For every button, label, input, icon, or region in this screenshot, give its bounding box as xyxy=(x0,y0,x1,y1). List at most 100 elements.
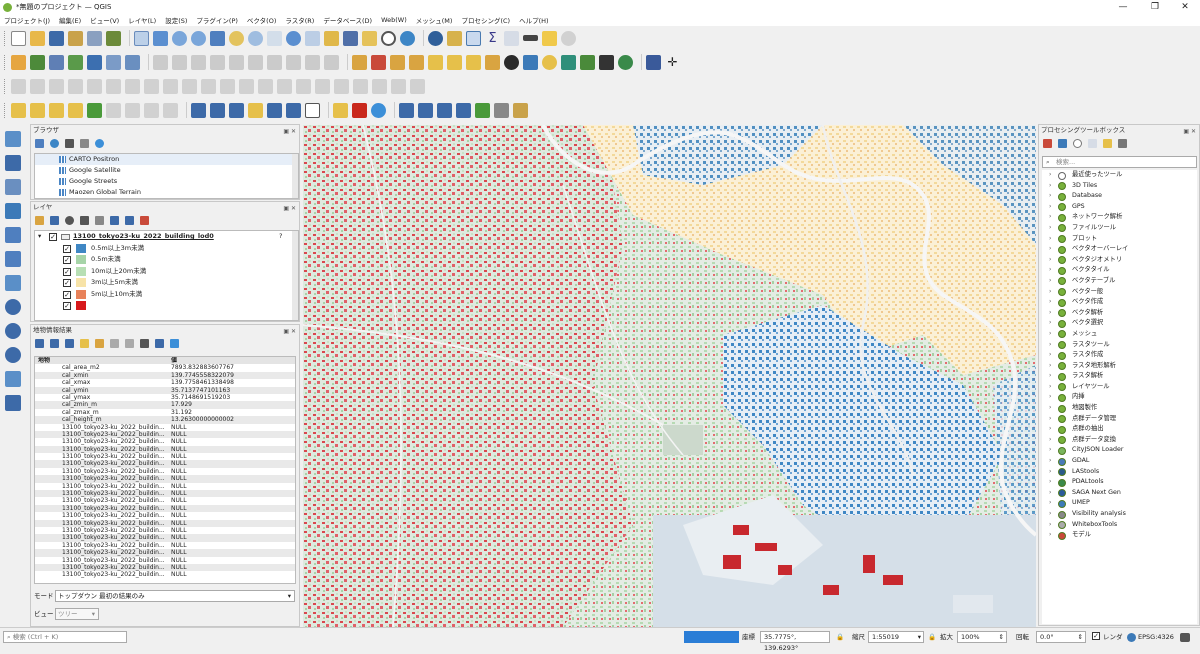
processing-provider-item[interactable]: › 内挿 xyxy=(1042,392,1197,403)
filter-icon[interactable] xyxy=(65,138,74,148)
menu-plugins[interactable]: プラグイン(P) xyxy=(196,15,238,25)
class-checkbox[interactable]: ✓ xyxy=(63,267,71,276)
processing-provider-item[interactable]: › 点群データ管理 xyxy=(1042,414,1197,425)
digitize-b-icon[interactable] xyxy=(30,78,45,94)
expand-new-icon[interactable] xyxy=(50,338,59,348)
expand-arrow-icon[interactable]: › xyxy=(1049,488,1051,499)
label-tool-d-icon[interactable] xyxy=(248,102,263,118)
processing-provider-item[interactable]: › LAStools xyxy=(1042,467,1197,478)
digitize-p-icon[interactable] xyxy=(296,78,311,94)
expand-arrow-icon[interactable]: › xyxy=(1049,308,1051,319)
add-wms-icon[interactable] xyxy=(106,54,121,70)
new-map-view-icon[interactable] xyxy=(324,30,339,46)
expand-arrow-icon[interactable]: › xyxy=(1049,414,1051,425)
digitize-u-icon[interactable] xyxy=(391,78,406,94)
browser-item[interactable]: Google Streets xyxy=(35,176,298,187)
add-group-icon[interactable] xyxy=(50,215,59,225)
digitize-h-icon[interactable] xyxy=(144,78,159,94)
menu-database[interactable]: データベース(D) xyxy=(323,15,372,25)
add-spatialite-icon[interactable] xyxy=(87,54,102,70)
expand-arrow-icon[interactable]: › xyxy=(1049,403,1051,414)
menu-processing[interactable]: プロセシング(C) xyxy=(461,15,510,25)
plugin-g-icon[interactable] xyxy=(466,54,481,70)
expand-arrow-icon[interactable]: › xyxy=(1049,340,1051,351)
zoom-last-icon[interactable] xyxy=(286,30,301,46)
menu-view[interactable]: ビュー(V) xyxy=(90,15,119,25)
browser-item[interactable]: Maozen Global Terrain xyxy=(35,187,298,198)
digitize-m-icon[interactable] xyxy=(239,78,254,94)
select-features-icon[interactable] xyxy=(11,102,26,118)
edit-features-in-place-icon[interactable] xyxy=(1103,138,1112,148)
digitize-e-icon[interactable] xyxy=(87,78,102,94)
zoom-to-layer-icon[interactable] xyxy=(248,30,263,46)
map-tips-icon[interactable] xyxy=(542,30,557,46)
table-row[interactable]: 13100_tokyo23-ku_2022_buildin... NULL xyxy=(35,453,295,461)
manage-visibility-icon[interactable] xyxy=(65,215,74,225)
table-row[interactable]: cal_xmax 139.7758461338498 xyxy=(35,379,295,387)
settings-gear-icon[interactable] xyxy=(466,30,481,46)
expand-arrow-icon[interactable]: › xyxy=(1049,371,1051,382)
annotation-icon[interactable] xyxy=(305,102,320,118)
processing-gear-icon[interactable] xyxy=(371,102,386,118)
data-source-manager-icon[interactable] xyxy=(11,54,26,70)
copy-features-icon[interactable] xyxy=(267,54,282,70)
expand-arrow-icon[interactable]: › xyxy=(1049,212,1051,223)
table-row[interactable]: 13100_tokyo23-ku_2022_buildin... NULL xyxy=(35,571,295,579)
digitize-a-icon[interactable] xyxy=(11,78,26,94)
bookmark-icon[interactable] xyxy=(343,30,358,46)
processing-provider-item[interactable]: › GDAL xyxy=(1042,456,1197,467)
add-wfs-left-icon[interactable] xyxy=(5,347,21,363)
plugin-j-icon[interactable] xyxy=(542,54,557,70)
table-row[interactable]: cal_xmin 139.7745558322079 xyxy=(35,371,295,380)
table-row[interactable]: cal_ymax 35.7148691519203 xyxy=(35,393,295,402)
browser-item[interactable]: Google Satellite xyxy=(35,165,298,176)
processing-provider-item[interactable]: › Visibility analysis xyxy=(1042,509,1197,520)
expand-arrow-icon[interactable]: ▾ xyxy=(38,231,41,243)
add-vector-layer-icon[interactable] xyxy=(30,54,45,70)
expand-arrow-icon[interactable]: › xyxy=(1049,318,1051,329)
toolbox-options-icon[interactable] xyxy=(1118,138,1127,148)
add-vector-icon[interactable] xyxy=(5,131,21,147)
expand-arrow-icon[interactable]: › xyxy=(1049,498,1051,509)
processing-provider-item[interactable]: › 地図製作 xyxy=(1042,403,1197,414)
table-row[interactable]: 13100_tokyo23-ku_2022_buildin... NULL xyxy=(35,534,295,542)
panel-float-close-icon[interactable]: ▣ ✕ xyxy=(283,203,296,214)
legend-class-row[interactable]: ✓ 0.5m以上3m未満 xyxy=(35,243,298,255)
add-arcgis-icon[interactable] xyxy=(5,371,21,387)
identify-help-icon[interactable] xyxy=(170,338,179,348)
class-checkbox[interactable]: ✓ xyxy=(63,244,71,253)
table-row[interactable]: 13100_tokyo23-ku_2022_buildin... NULL xyxy=(35,482,295,491)
table-row[interactable]: cal_height_m 13.26300000000002 xyxy=(35,416,295,424)
processing-provider-item[interactable]: › ベクタジオメトリ xyxy=(1042,255,1197,266)
plugin-d-icon[interactable] xyxy=(409,54,424,70)
copy-attributes-icon[interactable] xyxy=(95,338,104,348)
plugin-o-icon[interactable] xyxy=(333,102,348,118)
layer-help-icon[interactable]: ? xyxy=(279,231,282,243)
plugin-s-icon[interactable] xyxy=(456,102,471,118)
processing-provider-item[interactable]: › ベクタ解析 xyxy=(1042,308,1197,319)
table-row[interactable]: 13100_tokyo23-ku_2022_buildin... NULL xyxy=(35,445,295,454)
options-gear-icon[interactable] xyxy=(561,30,576,46)
plugin-r-icon[interactable] xyxy=(437,102,452,118)
expand-arrow-icon[interactable]: › xyxy=(1049,265,1051,276)
processing-provider-item[interactable]: › ベクタ選択 xyxy=(1042,318,1197,329)
plugin-n-icon[interactable] xyxy=(646,54,661,70)
expand-arrow-icon[interactable]: › xyxy=(1049,382,1051,393)
layer-styling-icon[interactable] xyxy=(35,215,44,225)
results-viewer-icon[interactable] xyxy=(1088,138,1097,148)
table-row[interactable]: 13100_tokyo23-ku_2022_buildin... NULL xyxy=(35,430,295,439)
plugin-b-icon[interactable] xyxy=(371,54,386,70)
magnifier-lock-icon[interactable]: 🔒 xyxy=(928,632,936,643)
expand-arrow-icon[interactable]: › xyxy=(1049,223,1051,234)
processing-provider-item[interactable]: › メッシュ xyxy=(1042,329,1197,340)
expand-arrow-icon[interactable]: › xyxy=(1049,329,1051,340)
maximize-button[interactable]: ❐ xyxy=(1140,0,1170,14)
processing-provider-item[interactable]: › ラスタツール xyxy=(1042,340,1197,351)
coordinate-field[interactable]: 35.7775°, 139.6293° xyxy=(760,631,830,652)
table-row[interactable]: 13100_tokyo23-ku_2022_buildin... NULL xyxy=(35,512,295,520)
plugin-m-icon[interactable] xyxy=(618,54,633,70)
expand-arrow-icon[interactable]: › xyxy=(1049,520,1051,531)
attribute-table-icon[interactable] xyxy=(447,30,462,46)
processing-provider-item[interactable]: › ネットワーク解析 xyxy=(1042,212,1197,223)
class-checkbox[interactable]: ✓ xyxy=(63,279,71,287)
